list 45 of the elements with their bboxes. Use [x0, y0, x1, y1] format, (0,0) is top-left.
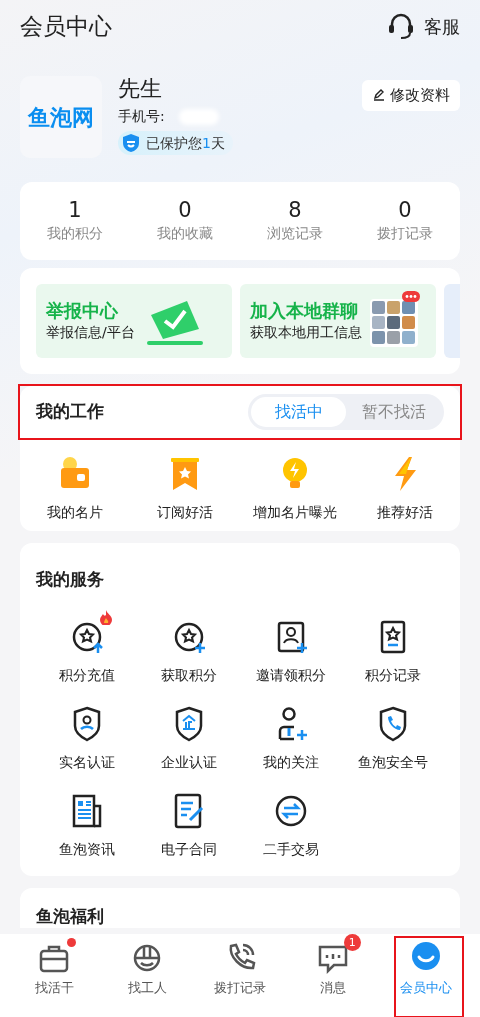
headset-icon: [386, 11, 416, 41]
promo-banner[interactable]: 加入本地群聊 获取本地用工信息: [240, 284, 436, 359]
section-title: 我的工作: [36, 400, 104, 424]
banner-subtitle: 举报信息/平台: [46, 323, 135, 343]
section-title: 鱼泡福利: [36, 904, 105, 928]
service-item[interactable]: 我的关注: [240, 695, 342, 773]
customer-service-button[interactable]: 客服: [386, 11, 460, 41]
service-item[interactable]: 企业认证: [138, 695, 240, 773]
service-item[interactable]: 积分记录: [342, 608, 444, 686]
tab-item[interactable]: 找工人: [100, 934, 194, 1004]
stat-item[interactable]: 1 我的积分: [20, 198, 130, 245]
logo: 鱼泡网: [20, 76, 102, 158]
shield-icon: [120, 132, 142, 155]
banner-title: 举报中心: [46, 299, 119, 323]
service-item[interactable]: 鱼泡资讯: [36, 782, 138, 860]
pencil-icon: [372, 88, 386, 103]
service-item[interactable]: 积分充值: [36, 608, 138, 686]
service-item[interactable]: 实名认证: [36, 695, 138, 773]
service-item[interactable]: 二手交易: [240, 782, 342, 860]
work-shortcut[interactable]: 推荐好活: [350, 454, 460, 524]
tab-item[interactable]: 会员中心: [379, 934, 472, 1004]
banner-title: 加入本地群聊: [250, 299, 359, 323]
protection-text: 已保护您1天: [146, 133, 225, 153]
phone-label: 手机号:: [118, 107, 165, 127]
edit-profile-button[interactable]: 修改资料: [362, 80, 460, 111]
user-name: 先生: [118, 76, 163, 103]
service-item[interactable]: 获取积分: [138, 608, 240, 686]
service-item[interactable]: 邀请领积分: [240, 608, 342, 686]
stat-item[interactable]: 0 我的收藏: [130, 198, 240, 245]
unread-badge: 1: [343, 934, 361, 951]
work-shortcut[interactable]: 增加名片曝光: [240, 454, 350, 524]
banner-subtitle: 获取本地用工信息: [250, 323, 362, 343]
section-title: 我的服务: [36, 568, 105, 592]
service-item[interactable]: 鱼泡安全号: [342, 695, 444, 773]
work-shortcut[interactable]: 订阅好活: [130, 454, 240, 524]
stat-item[interactable]: 0 拨打记录: [350, 198, 460, 245]
tab-item[interactable]: 拨打记录: [193, 934, 287, 1004]
tab-item[interactable]: 找活干: [8, 934, 101, 1004]
tab-item[interactable]: 1 消息: [286, 934, 380, 1004]
chat-bubble-icon: [402, 291, 420, 303]
stat-item[interactable]: 8 浏览记录: [240, 198, 350, 245]
promo-banner[interactable]: 举报中心 举报信息/平台: [36, 284, 232, 359]
service-item[interactable]: 电子合同: [138, 782, 240, 860]
work-shortcut[interactable]: 我的名片: [20, 454, 130, 524]
page-title: 会员中心: [20, 11, 112, 41]
